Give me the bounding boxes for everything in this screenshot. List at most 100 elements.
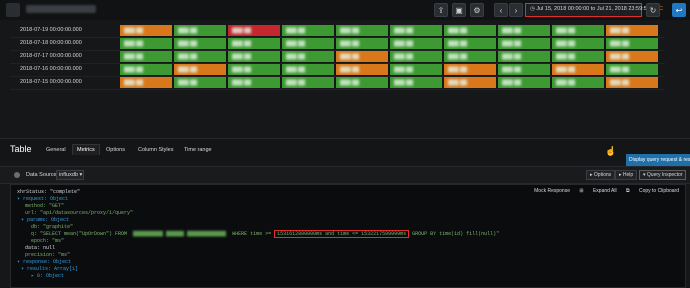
query-inspector-button[interactable]: ▾ Query Inspector xyxy=(639,170,687,180)
table-cell: ███ ██ xyxy=(228,51,280,62)
table-cell: ███ ██ xyxy=(120,38,172,49)
code-line[interactable]: ▾ response: Object xyxy=(17,259,71,265)
share-icon[interactable]: ⇪ xyxy=(434,3,448,17)
table-cell: ███ ██ xyxy=(228,38,280,49)
tab-options[interactable]: Options xyxy=(106,147,125,153)
table-cell: ███ ██ xyxy=(390,25,442,36)
help-button[interactable]: ▸ Help xyxy=(615,170,638,180)
row-timestamp: 2018-07-15 00:00:00.000 xyxy=(20,79,82,85)
code-line: epoch: "ms" xyxy=(31,238,65,244)
table-cell: ███ ██ xyxy=(498,25,550,36)
code-line: url: "api/datasources/proxy/1/query" xyxy=(25,210,134,216)
code-line: db: "graphite" xyxy=(31,224,74,230)
table-row: 2018-07-15 00:00:00.000 ███ ██ ███ ██ ███ █… xyxy=(10,76,665,90)
code-line[interactable]: ▾ request: Object xyxy=(17,196,68,202)
code-line[interactable]: ▾ results: Array[1] xyxy=(21,266,78,272)
grafana-logo-icon[interactable] xyxy=(6,3,20,17)
table-cell: ███ ██ xyxy=(498,77,550,88)
refresh-icon[interactable]: ↻ xyxy=(646,3,660,17)
row-timestamp: 2018-07-16 00:00:00.000 xyxy=(20,66,82,72)
table-cell: ███ ██ xyxy=(606,51,658,62)
database-icon xyxy=(14,172,20,178)
table-cell: ███ ██ xyxy=(390,64,442,75)
options-button[interactable]: ▸ Options xyxy=(586,170,616,180)
table-cell: ███ ██ xyxy=(120,25,172,36)
table-cell: ███ ██ xyxy=(120,77,172,88)
mouse-cursor-icon: ☝ xyxy=(605,146,617,156)
table-cell: ███ ██ xyxy=(336,25,388,36)
copy-to-clipboard-link[interactable]: ⧉ Copy to Clipboard xyxy=(626,188,679,194)
table-cell: ███ ██ xyxy=(498,64,550,75)
dashboard-title-blurred[interactable] xyxy=(26,5,96,13)
table-cell: ███ ██ xyxy=(444,51,496,62)
table-cell: ███ ██ xyxy=(390,51,442,62)
table-cell: ███ ██ xyxy=(552,25,604,36)
expand-all-link[interactable]: ⊞ Expand All xyxy=(579,188,616,194)
tab-metrics[interactable]: Metrics xyxy=(72,144,100,155)
table-cell: ███ ██ xyxy=(444,25,496,36)
inspector-actions: Mock Response ⊞ Expand All ⧉ Copy to Cli… xyxy=(526,188,679,194)
table-cell: ███ ██ xyxy=(606,25,658,36)
code-line[interactable]: ▸ 0: Object xyxy=(31,273,64,279)
table-cell: ███ ██ xyxy=(174,51,226,62)
table-cell: ███ ██ xyxy=(390,38,442,49)
row-timestamp: 2018-07-18 00:00:00.000 xyxy=(20,40,82,46)
tab-time-range[interactable]: Time range xyxy=(184,147,212,153)
table-panel-preview: 2018-07-19 00:00:00.000 ███ ██ ███ ██ ███ █… xyxy=(0,20,690,138)
table-cell: ███ ██ xyxy=(552,38,604,49)
table-row: 2018-07-18 00:00:00.000 ███ ██ ███ ██ ███ █… xyxy=(10,37,665,51)
code-line[interactable]: ▾ params: Object xyxy=(21,217,69,223)
table-cell: ███ ██ xyxy=(336,38,388,49)
zoom-next-icon[interactable]: › xyxy=(509,3,523,17)
table-cell: ███ ██ xyxy=(552,51,604,62)
table-cell: ███ ██ xyxy=(228,64,280,75)
mock-response-link[interactable]: Mock Response xyxy=(534,188,570,194)
highlighted-time-range: 1531612800000ms and time <= 153221759999… xyxy=(274,230,410,238)
table-cell: ███ ██ xyxy=(228,25,280,36)
time-range-picker[interactable]: ◷ Jul 15, 2018 00:00:00 to Jul 21, 2018 … xyxy=(525,3,663,17)
table-cell: ███ ██ xyxy=(498,38,550,49)
table-cell: ███ ██ xyxy=(174,77,226,88)
table-cell: ███ ██ xyxy=(174,38,226,49)
tab-column-styles[interactable]: Column Styles xyxy=(138,147,173,153)
code-line: xhrStatus: "complete" xyxy=(17,189,81,195)
table-row: 2018-07-19 00:00:00.000 ███ ██ ███ ██ ███ █… xyxy=(10,24,665,38)
panel-editor-header: Table General Metrics Options Column Sty… xyxy=(0,138,690,161)
query-line: q: "SELECT mean("UpOrDown") FROM ███████… xyxy=(31,230,500,238)
back-to-dashboard-button[interactable]: ↩ xyxy=(672,3,686,17)
table-cell: ███ ██ xyxy=(606,38,658,49)
table-cell: ███ ██ xyxy=(174,25,226,36)
row-timestamp: 2018-07-17 00:00:00.000 xyxy=(20,53,82,59)
code-line: precision: "ms" xyxy=(25,252,71,258)
save-icon[interactable]: ▣ xyxy=(452,3,466,17)
table-cell: ███ ██ xyxy=(282,25,334,36)
table-cell: ███ ██ xyxy=(174,64,226,75)
table-row: 2018-07-17 00:00:00.000 ███ ██ ███ ██ ███ █… xyxy=(10,50,665,64)
table-cell: ███ ██ xyxy=(282,77,334,88)
datasource-label: Data Source xyxy=(26,172,57,178)
table-cell: ███ ██ xyxy=(498,51,550,62)
table-cell: ███ ██ xyxy=(606,77,658,88)
table-cell: ███ ██ xyxy=(552,77,604,88)
settings-icon[interactable]: ⚙ xyxy=(470,3,484,17)
code-line: data: null xyxy=(25,245,56,251)
zoom-out-icon[interactable]: ‹ xyxy=(494,3,508,17)
table-cell: ███ ██ xyxy=(336,51,388,62)
tab-general[interactable]: General xyxy=(46,147,66,153)
datasource-select[interactable]: influxdb ▾ xyxy=(56,170,84,180)
table-cell: ███ ██ xyxy=(390,77,442,88)
code-line: method: "GET" xyxy=(25,203,65,209)
query-inspector-panel: Mock Response ⊞ Expand All ⧉ Copy to Cli… xyxy=(10,184,686,288)
table-cell: ███ ██ xyxy=(444,38,496,49)
table-cell: ███ ██ xyxy=(282,64,334,75)
row-timestamp: 2018-07-19 00:00:00.000 xyxy=(20,27,82,33)
table-row: 2018-07-16 00:00:00.000 ███ ██ ███ ██ ███ █… xyxy=(10,63,665,77)
table-cell: ███ ██ xyxy=(282,38,334,49)
datasource-row: Data Source influxdb ▾ ▸ Options ▸ Help … xyxy=(0,166,690,184)
table-cell: ███ ██ xyxy=(282,51,334,62)
table-cell: ███ ██ xyxy=(120,51,172,62)
table-cell: ███ ██ xyxy=(606,64,658,75)
table-cell: ███ ██ xyxy=(336,77,388,88)
table-cell: ███ ██ xyxy=(120,64,172,75)
table-cell: ███ ██ xyxy=(336,64,388,75)
